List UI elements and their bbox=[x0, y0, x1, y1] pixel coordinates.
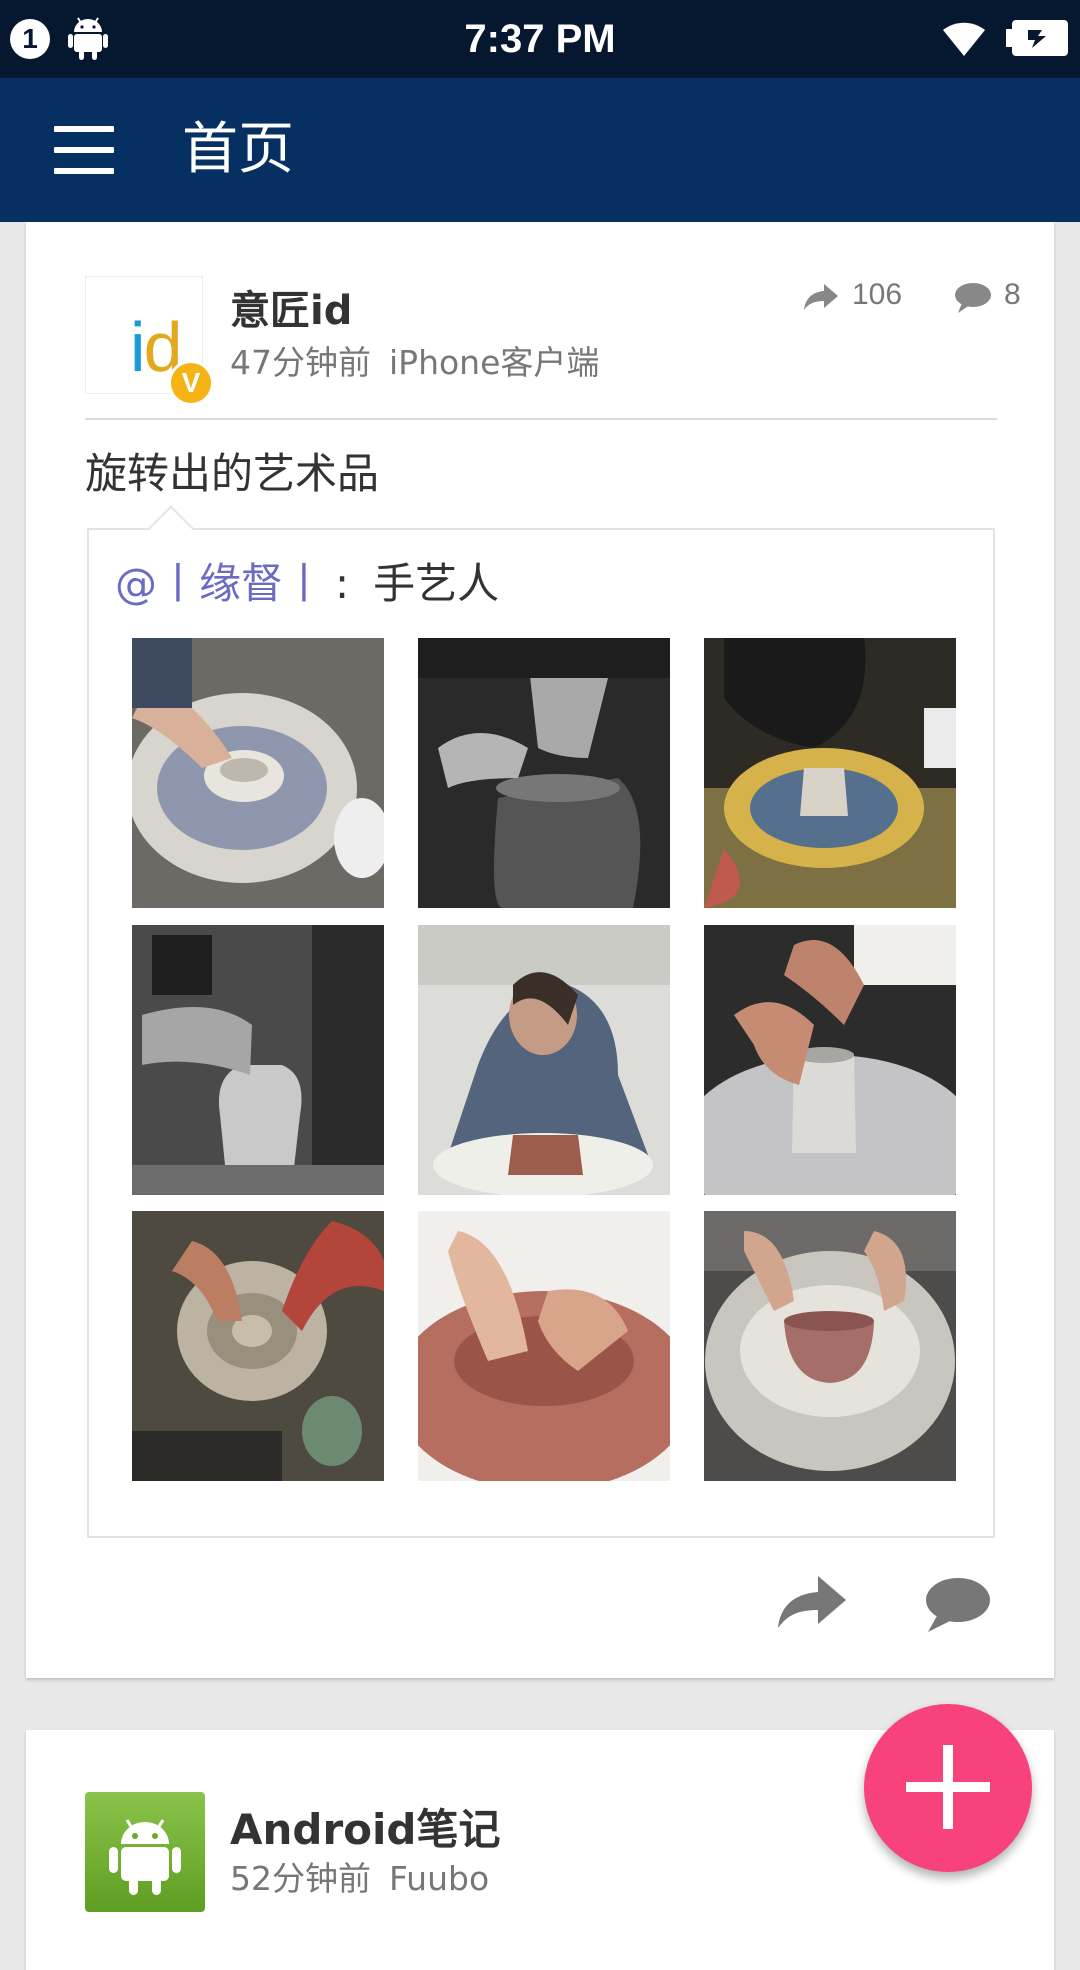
author-name[interactable]: Android笔记 bbox=[230, 1796, 501, 1857]
retweet-text-line: @丨缘督丨: 手艺人 bbox=[115, 550, 499, 611]
photo-thumbnail[interactable] bbox=[704, 638, 956, 908]
repost-count: 106 bbox=[852, 278, 903, 311]
comment-bubble-icon bbox=[955, 283, 991, 313]
hamburger-icon[interactable] bbox=[42, 118, 118, 182]
share-arrow-icon bbox=[804, 284, 838, 310]
photo-thumbnail[interactable] bbox=[132, 925, 384, 1195]
author-name[interactable]: 意匠id bbox=[230, 278, 352, 336]
avatar[interactable] bbox=[85, 1792, 205, 1912]
android-icon bbox=[109, 1819, 181, 1895]
post-card[interactable]: id V 意匠id 47分钟前 iPhone客户端 106 8 旋转出的艺术品 @… bbox=[26, 222, 1054, 1678]
post-source: Fuubo bbox=[389, 1859, 490, 1898]
post-time: 47分钟前 bbox=[230, 343, 371, 382]
verified-badge: V bbox=[168, 360, 214, 406]
photo-thumbnail[interactable] bbox=[132, 638, 384, 908]
status-bar: 1 7:37 PM bbox=[0, 0, 1080, 78]
photo-thumbnail[interactable] bbox=[418, 638, 670, 908]
post-source: iPhone客户端 bbox=[389, 343, 600, 382]
app-bar: 首页 bbox=[0, 78, 1080, 222]
post-time: 52分钟前 bbox=[230, 1859, 371, 1898]
mention-link[interactable]: @丨缘督丨 bbox=[115, 559, 325, 608]
post-text: 旋转出的艺术品 bbox=[85, 449, 380, 498]
comment-bubble-icon[interactable] bbox=[920, 1574, 992, 1634]
comment-count: 8 bbox=[1004, 278, 1021, 311]
photo-thumbnail[interactable] bbox=[418, 925, 670, 1195]
retweet-box[interactable]: @丨缘督丨: 手艺人 bbox=[87, 505, 995, 1538]
battery-icon bbox=[1006, 20, 1068, 56]
photo-thumbnail[interactable] bbox=[704, 1211, 956, 1481]
post-meta: 47分钟前 iPhone客户端 bbox=[230, 336, 599, 384]
page-title: 首页 bbox=[182, 117, 294, 182]
divider bbox=[85, 418, 997, 420]
retweet-text: 手艺人 bbox=[373, 559, 500, 608]
photo-thumbnail[interactable] bbox=[132, 1211, 384, 1481]
retweet-pointer bbox=[148, 505, 194, 551]
post-meta: 52分钟前 Fuubo bbox=[230, 1852, 489, 1900]
photo-thumbnail[interactable] bbox=[418, 1211, 670, 1481]
share-arrow-icon[interactable] bbox=[776, 1574, 848, 1630]
compose-button[interactable] bbox=[864, 1704, 1032, 1872]
wifi-icon bbox=[943, 22, 985, 56]
status-time: 7:37 PM bbox=[464, 17, 616, 61]
photo-thumbnail[interactable] bbox=[704, 925, 956, 1195]
retweet-separator: : bbox=[335, 559, 350, 608]
